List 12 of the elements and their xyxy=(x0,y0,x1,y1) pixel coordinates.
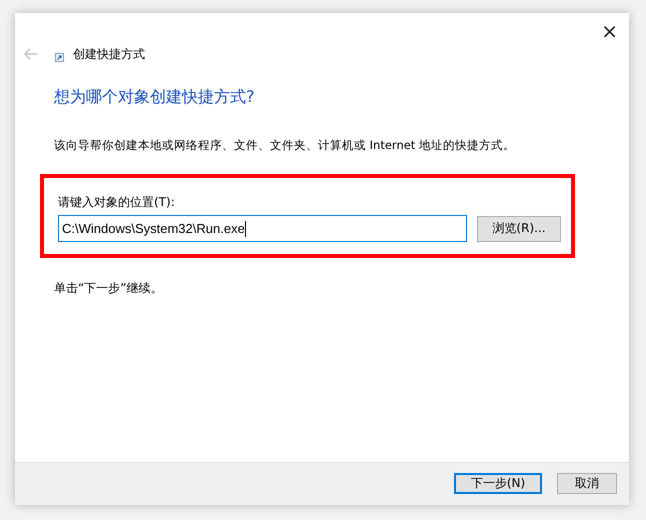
window-title: 创建快捷方式 xyxy=(73,46,145,62)
cancel-button[interactable]: 取消 xyxy=(557,473,617,494)
next-button[interactable]: 下一步(N) xyxy=(454,473,542,494)
shortcut-icon xyxy=(55,52,64,62)
back-arrow-icon[interactable] xyxy=(24,48,38,60)
browse-button[interactable]: 浏览(R)... xyxy=(477,216,561,242)
hint-text: 单击“下一步”继续。 xyxy=(54,280,164,297)
location-label: 请键入对象的位置(T): xyxy=(58,194,176,211)
close-button[interactable]: × xyxy=(591,17,628,41)
description-text: 该向导帮你创建本地或网络程序、文件、文件夹、计算机或 Internet 地址的快捷方式。 xyxy=(54,138,516,153)
location-field[interactable]: C:\Windows\System32\Run.exe xyxy=(58,215,467,242)
wizard-heading: 想为哪个对象创建快捷方式? xyxy=(54,87,256,108)
